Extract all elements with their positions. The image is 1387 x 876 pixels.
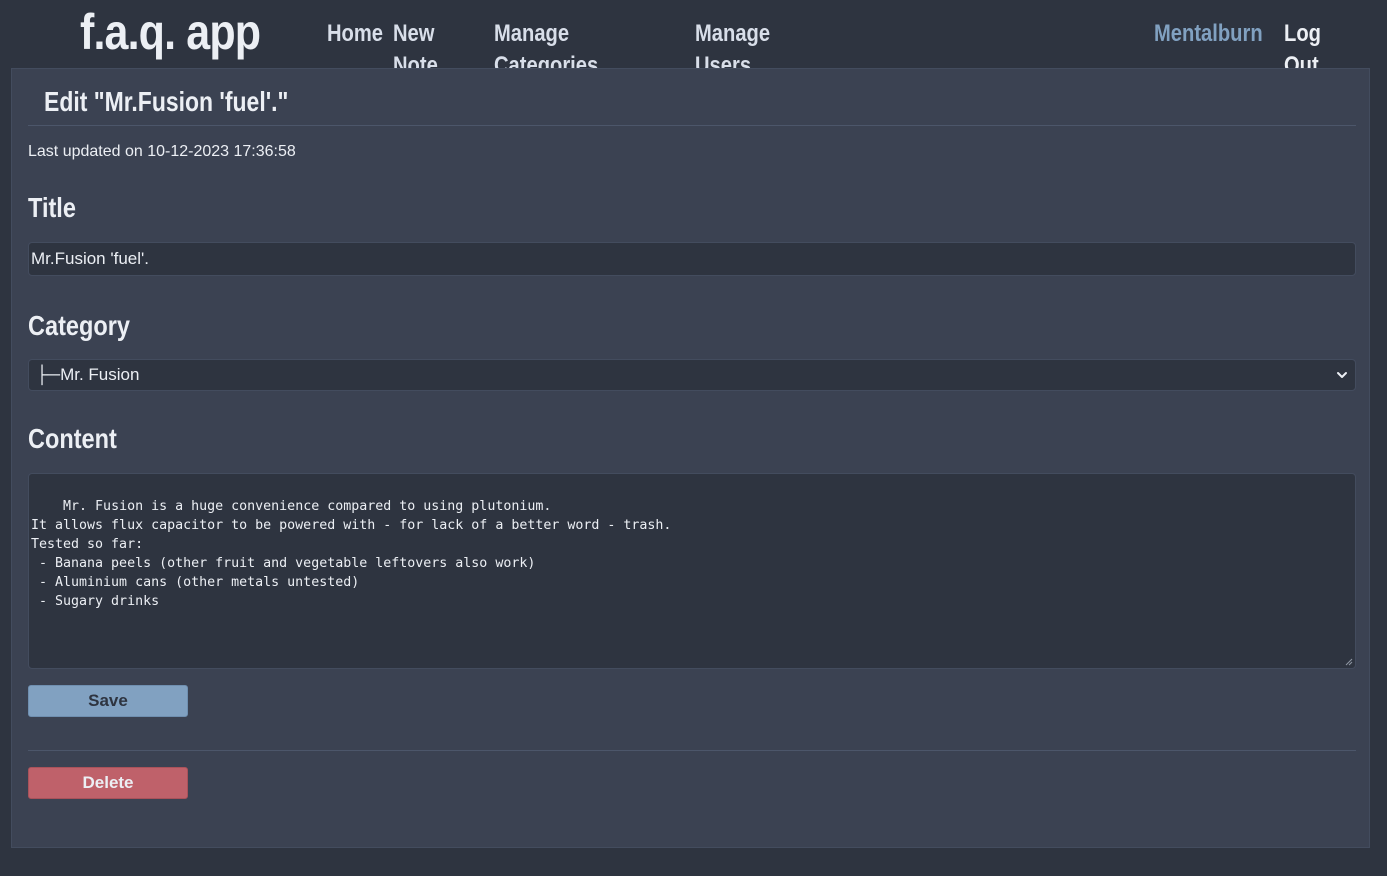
category-label: Category bbox=[28, 310, 130, 341]
content-text: Mr. Fusion is a huge convenience compare… bbox=[31, 499, 672, 609]
page-title: Edit "Mr.Fusion 'fuel'." bbox=[44, 86, 289, 117]
app-brand-logo[interactable]: f.a.q. app bbox=[80, 2, 261, 62]
save-button[interactable]: Save bbox=[28, 685, 188, 717]
content-textarea[interactable]: Mr. Fusion is a huge convenience compare… bbox=[28, 473, 1356, 669]
content-label: Content bbox=[28, 423, 117, 454]
delete-button[interactable]: Delete bbox=[28, 767, 188, 799]
top-navigation-bar: f.a.q. app Home New Note Manage Categori… bbox=[0, 0, 1387, 79]
title-divider bbox=[28, 125, 1356, 126]
chevron-down-icon bbox=[1337, 372, 1347, 378]
category-selected-value: ├─Mr. Fusion bbox=[36, 365, 140, 384]
title-label: Title bbox=[28, 192, 76, 223]
edit-note-panel: Edit "Mr.Fusion 'fuel'." Last updated on… bbox=[11, 68, 1370, 848]
delete-divider bbox=[28, 750, 1356, 751]
last-updated-text: Last updated on 10-12-2023 17:36:58 bbox=[28, 143, 296, 160]
resize-grip-icon[interactable] bbox=[1345, 658, 1353, 666]
title-input[interactable] bbox=[28, 242, 1356, 276]
category-select[interactable]: ├─Mr. Fusion bbox=[28, 359, 1356, 391]
